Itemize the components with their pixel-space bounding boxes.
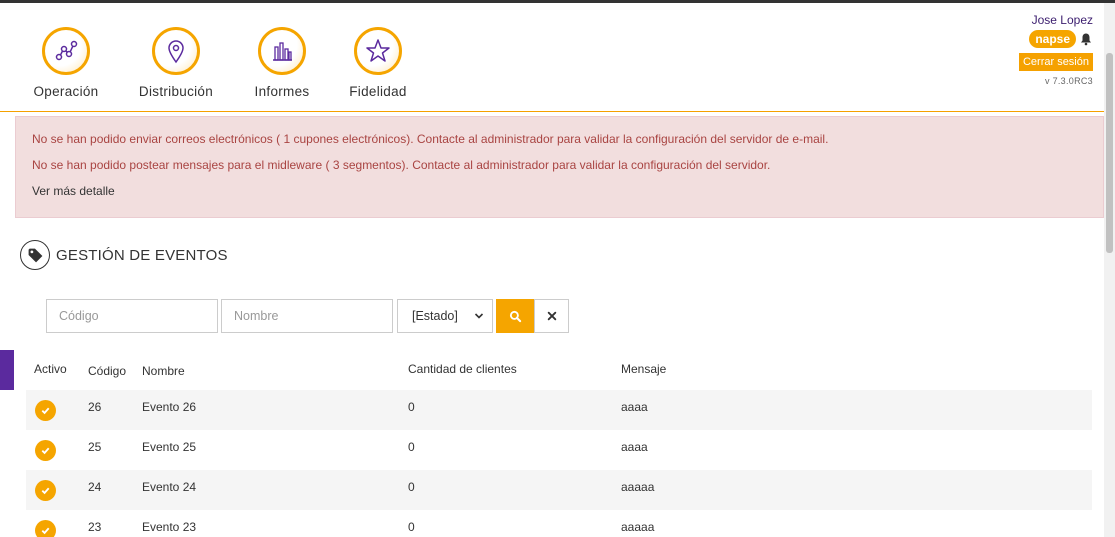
nav-distribucion[interactable]: Distribución	[126, 27, 226, 99]
row-message: aaaaa	[621, 480, 655, 494]
table-row[interactable]: 25 Evento 25 0 aaaa	[26, 430, 1092, 470]
row-message: aaaa	[621, 400, 648, 414]
table-row[interactable]: 26 Evento 26 0 aaaa	[26, 390, 1092, 430]
section-title: GESTIÓN DE EVENTOS	[56, 246, 228, 264]
row-name: Evento 25	[142, 440, 197, 454]
vertical-scrollbar[interactable]	[1104, 3, 1115, 537]
nav-label: Fidelidad	[349, 84, 407, 99]
alert-box: No se han podido enviar correos electrón…	[15, 116, 1104, 218]
row-clients: 0	[408, 440, 415, 454]
nav-operacion[interactable]: Operación	[16, 27, 116, 99]
nav-label: Informes	[254, 84, 310, 99]
table-row[interactable]: 23 Evento 23 0 aaaaa	[26, 510, 1092, 537]
row-code: 24	[88, 480, 102, 494]
state-select-value: [Estado]	[412, 309, 458, 323]
column-header[interactable]: Código	[88, 364, 126, 378]
check-circle-icon	[35, 480, 56, 501]
search-button[interactable]	[496, 299, 534, 333]
clear-button[interactable]	[534, 299, 569, 333]
row-clients: 0	[408, 400, 415, 414]
user-area: Jose Lopez napse Cerrar sesión v 7.3.0RC…	[1003, 13, 1093, 86]
column-header[interactable]: Cantidad de clientes	[408, 362, 517, 376]
row-clients: 0	[408, 520, 415, 534]
tag-icon	[28, 248, 42, 262]
alert-message: No se han podido postear mensajes para e…	[32, 158, 771, 172]
star-icon	[366, 39, 390, 62]
column-header[interactable]: Nombre	[142, 364, 185, 378]
column-header[interactable]: Mensaje	[621, 362, 666, 376]
nav-informes[interactable]: Informes	[232, 27, 332, 99]
scrollbar-thumb[interactable]	[1106, 53, 1113, 253]
column-header: Activo	[34, 362, 67, 376]
row-code: 23	[88, 520, 102, 534]
version-label: v 7.3.0RC3	[1044, 76, 1093, 86]
see-more-link[interactable]: Ver más detalle	[32, 184, 115, 198]
state-select[interactable]: [Estado]	[397, 299, 493, 333]
close-icon	[547, 311, 556, 321]
table-row[interactable]: 24 Evento 24 0 aaaaa	[26, 470, 1092, 510]
row-code: 25	[88, 440, 102, 454]
sidebar-toggle[interactable]	[0, 350, 14, 390]
operation-icon	[55, 40, 78, 61]
nav-label: Operación	[33, 84, 99, 99]
row-name: Evento 23	[142, 520, 197, 534]
filter-bar: [Estado]	[46, 299, 569, 333]
check-circle-icon	[35, 520, 56, 537]
row-message: aaaa	[621, 440, 648, 454]
header: Operación Distribución Informes Fidelida…	[0, 3, 1104, 112]
search-icon	[509, 310, 521, 322]
page-title: GESTIÓN DE EVENTOS	[20, 240, 228, 270]
nav-fidelidad[interactable]: Fidelidad	[328, 27, 428, 99]
row-name: Evento 26	[142, 400, 197, 414]
nav-label: Distribución	[138, 84, 214, 99]
brand-logo: napse	[1029, 30, 1076, 48]
row-name: Evento 24	[142, 480, 197, 494]
row-message: aaaaa	[621, 520, 655, 534]
logout-button[interactable]: Cerrar sesión	[1018, 53, 1093, 71]
code-input[interactable]	[46, 299, 218, 333]
bar-chart-icon	[273, 42, 292, 61]
row-code: 26	[88, 400, 102, 414]
bell-icon[interactable]	[1079, 32, 1093, 46]
location-pin-icon	[168, 40, 184, 64]
check-circle-icon	[35, 440, 56, 461]
row-clients: 0	[408, 480, 415, 494]
check-circle-icon	[35, 400, 56, 421]
user-name[interactable]: Jose Lopez	[1003, 13, 1093, 27]
name-input[interactable]	[221, 299, 393, 333]
chevron-down-icon	[474, 313, 484, 319]
alert-message: No se han podido enviar correos electrón…	[32, 132, 829, 146]
